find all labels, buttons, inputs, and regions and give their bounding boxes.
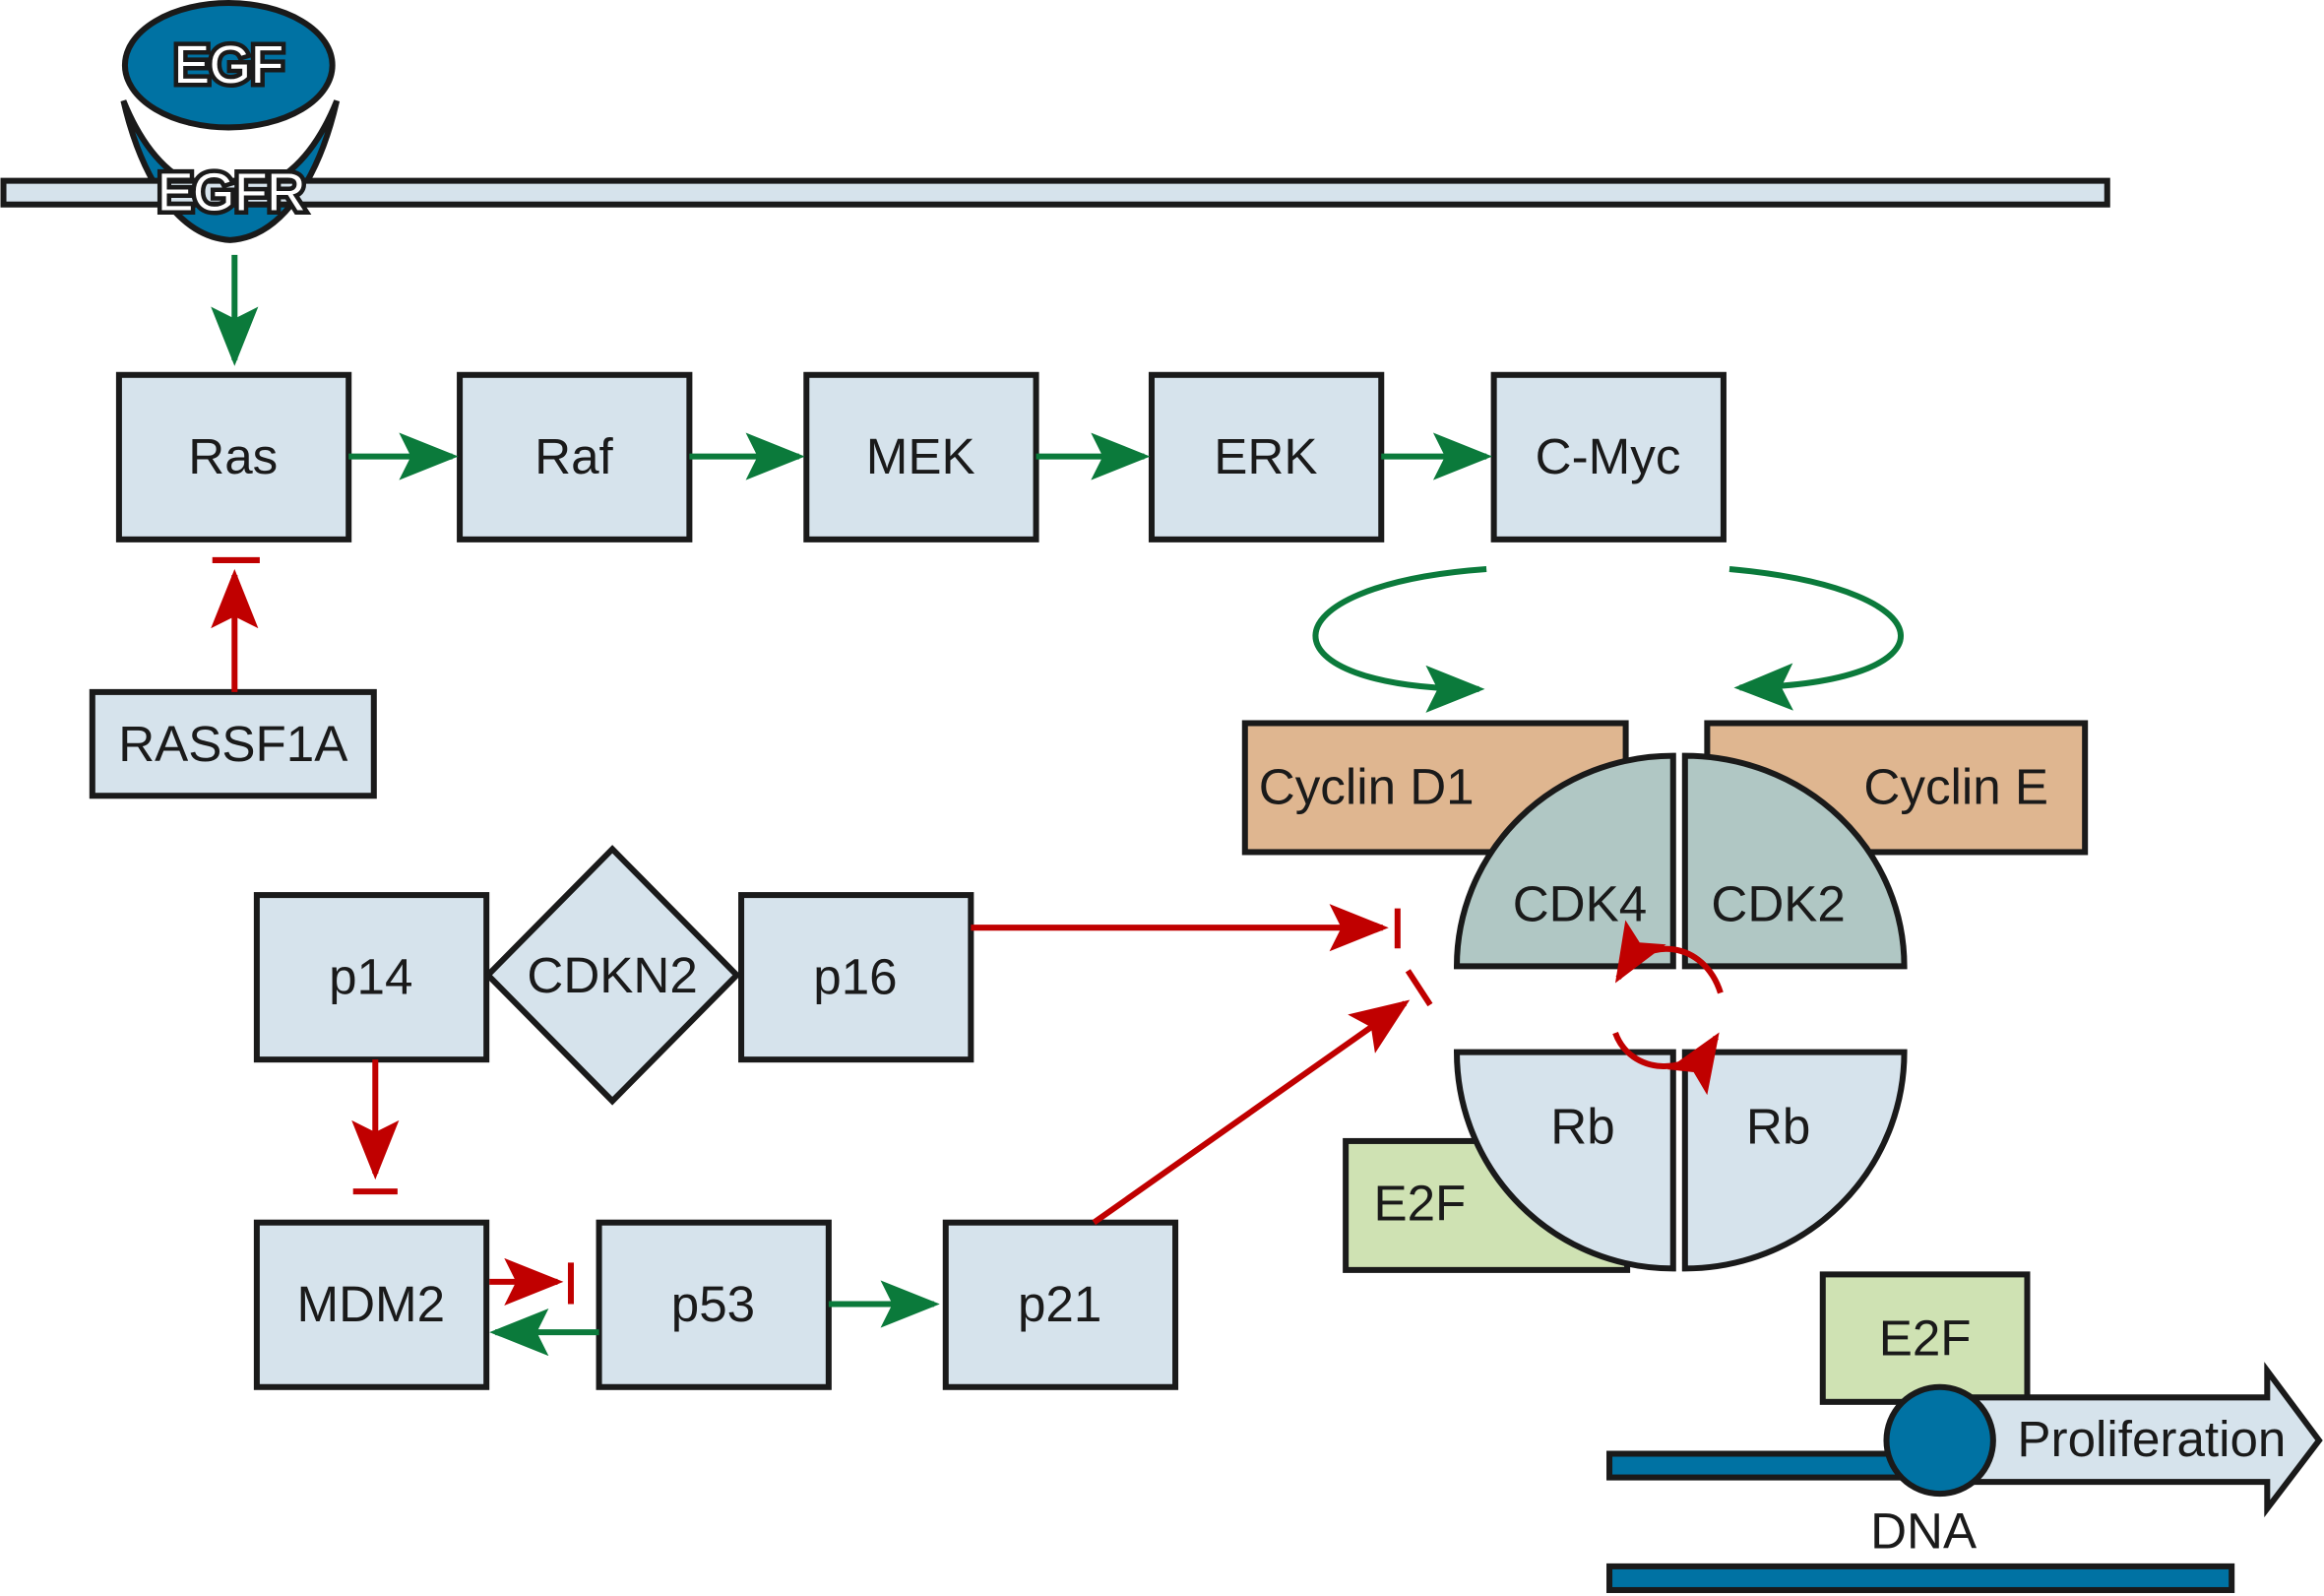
svg-text:MEK: MEK [866,428,975,484]
svg-text:Cyclin D1: Cyclin D1 [1259,759,1475,815]
node-mdm2: MDM2 [253,1219,490,1390]
svg-text:MDM2: MDM2 [296,1276,445,1332]
svg-text:E2F: E2F [1373,1176,1466,1232]
cmyc-cycline-arrow [1728,565,1904,711]
node-erk: ERK [1148,371,1385,543]
svg-text:C-Myc: C-Myc [1536,428,1681,484]
node-cmyc: C-Myc [1490,371,1727,543]
egf-label: EGF [174,35,283,95]
svg-text:Raf: Raf [534,428,613,484]
node-rassf1a: RASSF1A [89,688,377,799]
svg-text:Rb: Rb [1550,1098,1614,1154]
node-p14: p14 [253,892,490,1063]
dna-label: DNA [1870,1502,1978,1559]
svg-text:CDKN2: CDKN2 [527,947,697,1003]
egfr-label: EGFR [157,163,305,223]
svg-text:CDK4: CDK4 [1513,876,1647,932]
proliferation-label: Proliferation [2017,1411,2286,1467]
svg-text:p16: p16 [813,948,897,1004]
node-e2f-free: E2F [1819,1271,2031,1405]
svg-text:E2F: E2F [1879,1310,1972,1367]
svg-text:p21: p21 [1018,1276,1101,1332]
transcription-complex [1883,1383,1996,1498]
svg-text:CDK2: CDK2 [1711,876,1845,932]
svg-text:p53: p53 [671,1276,755,1332]
node-mek: MEK [803,371,1039,543]
node-p21: p21 [942,1219,1179,1390]
node-rb-right: Rb [1681,1049,1908,1272]
node-p53: p53 [596,1219,832,1390]
svg-text:RASSF1A: RASSF1A [118,716,348,772]
node-raf: Raf [457,371,693,543]
svg-text:ERK: ERK [1214,428,1317,484]
svg-text:Cyclin E: Cyclin E [1863,759,2048,815]
cmyc-cyclind1-arrow [1312,565,1487,713]
node-ras: Ras [115,371,352,543]
dna-strand-bottom [1606,1563,2235,1593]
svg-text:Ras: Ras [188,428,278,484]
signaling-pathway-diagram: EGF EGFR Ras Raf MEK ERK C-Myc RASSF1A C… [0,0,2323,1593]
node-p16: p16 [738,892,974,1063]
node-cdkn2: CDKN2 [483,845,741,1106]
inhibition-bar [1405,969,1433,1007]
svg-text:Rb: Rb [1746,1098,1810,1154]
svg-text:p14: p14 [329,948,412,1004]
dna-strand-top [1606,1450,1910,1481]
cell-membrane [0,177,2110,208]
